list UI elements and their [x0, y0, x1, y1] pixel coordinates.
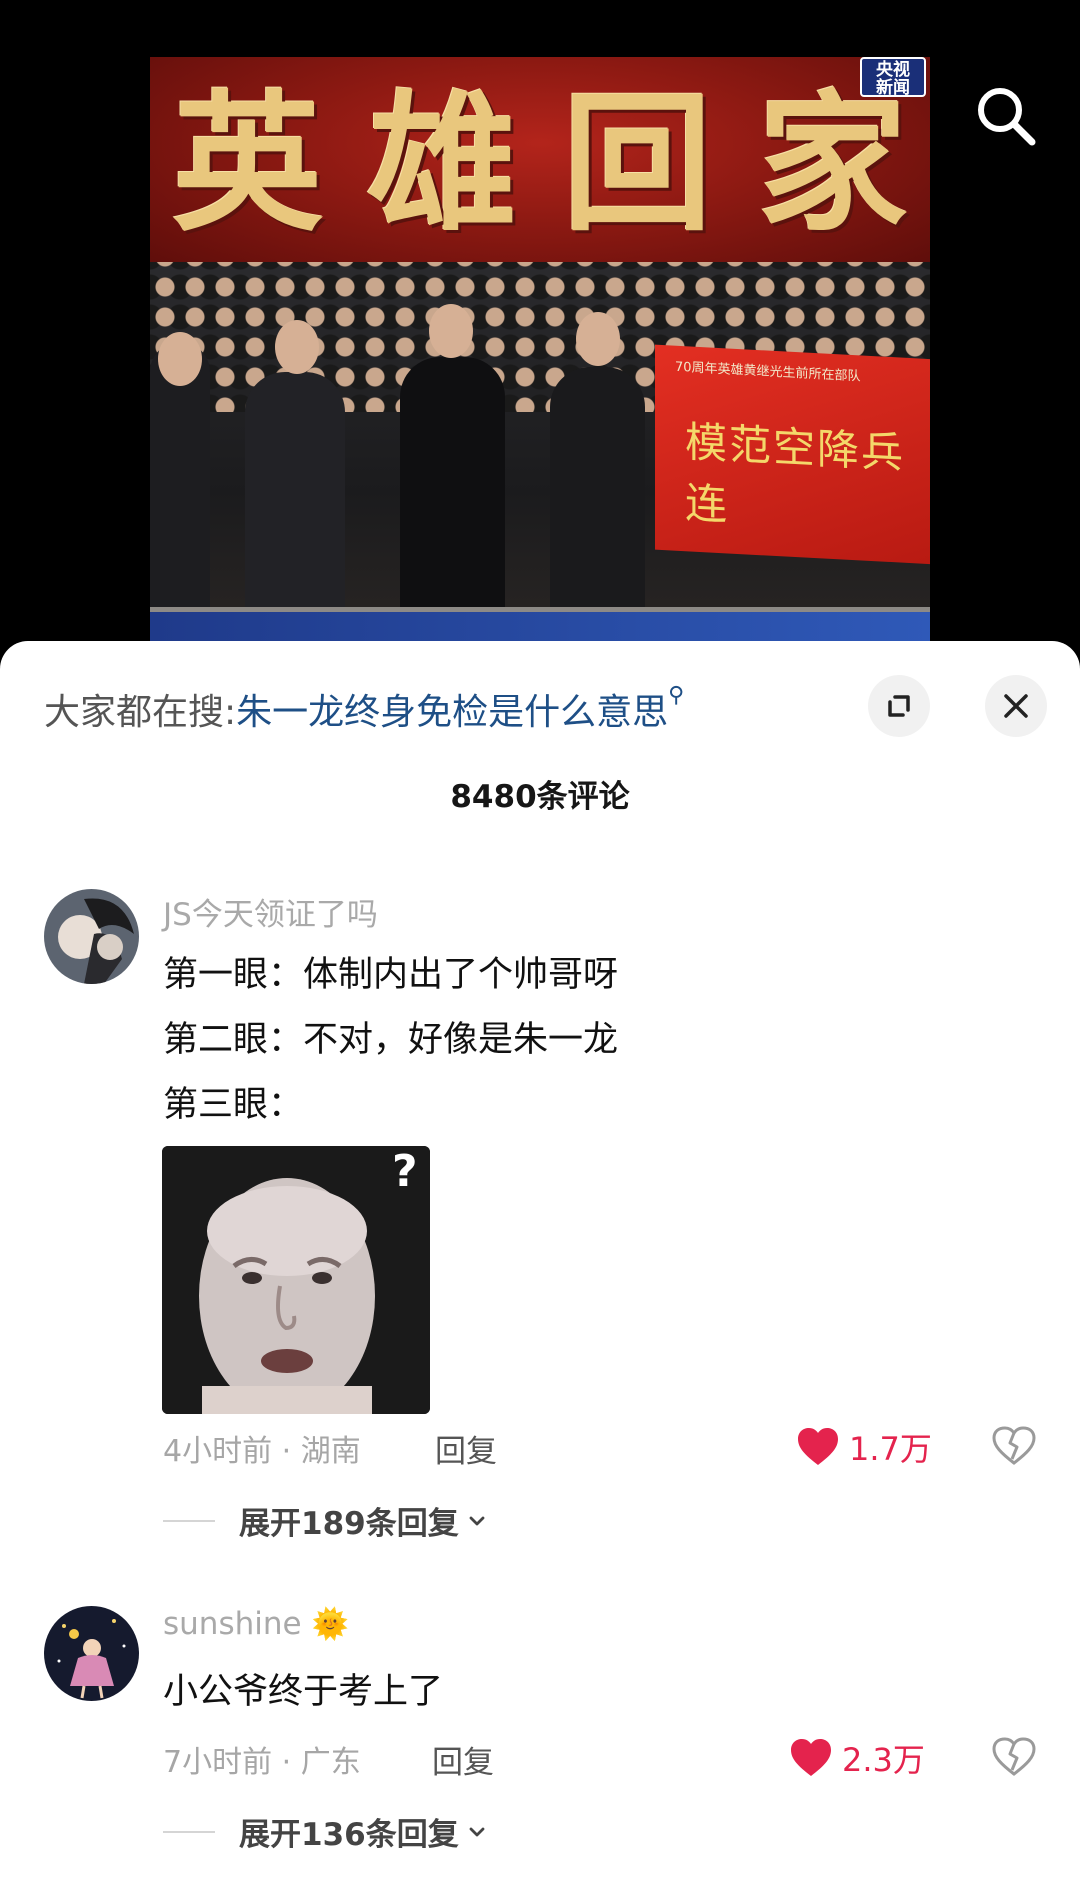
comment-text-line: 第二眼：不对，好像是朱一龙 [163, 1020, 619, 1060]
chevron-down-icon [469, 1827, 485, 1836]
trending-search[interactable]: 大家都在搜:朱一龙终身免检是什么意思⚲ [44, 683, 684, 735]
red-banner-title: 模范空降兵连 [685, 417, 906, 530]
person-figure [245, 372, 345, 642]
comment-text-line: 小公爷终于考上了 [163, 1672, 444, 1712]
person-face [275, 320, 319, 374]
sun-emoji: 🌞 [311, 1607, 349, 1642]
search-small-icon: ⚲ [668, 683, 685, 708]
like-count: 1.7万 [849, 1430, 932, 1468]
comment-username[interactable]: sunshine 🌞 [163, 1606, 349, 1642]
avatar[interactable] [44, 889, 139, 984]
comment-time-location: 7小时前 · 广东 [163, 1745, 361, 1780]
banner-char: 英 [172, 76, 323, 252]
close-icon [1004, 694, 1028, 718]
like-count: 2.3万 [842, 1741, 925, 1779]
close-button[interactable] [985, 675, 1047, 737]
heart-icon [798, 1428, 838, 1465]
person-face [576, 312, 620, 366]
search-button[interactable] [972, 82, 1040, 150]
like-button[interactable]: 2.3万 [790, 1735, 925, 1781]
divider-line [163, 1519, 215, 1522]
broken-heart-icon [992, 1737, 1036, 1776]
red-banner-caption: 70周年英雄黄继光生前所在部队 [675, 359, 861, 385]
dislike-button[interactable] [992, 1737, 1036, 1777]
sticker-image[interactable]: ? [162, 1146, 430, 1414]
video-frame: 英 雄 回 家 央视 新闻 70周年英雄黄继光生前所在部队 模范空降兵连 [150, 57, 930, 645]
comment-time-location: 4小时前 · 湖南 [163, 1434, 361, 1469]
trending-search-prefix: 大家都在搜: [44, 692, 237, 733]
expand-replies[interactable]: 展开136条回复 [163, 1809, 487, 1854]
person-face [158, 332, 202, 386]
comment-count: 8480条评论 [450, 779, 630, 815]
avatar-image [44, 1606, 139, 1701]
banner-title: 英 雄 回 家 [150, 69, 930, 259]
dislike-button[interactable] [992, 1426, 1036, 1466]
comment-sheet: 大家都在搜:朱一龙终身免检是什么意思⚲ 8480条评论 JS今天领证了吗 第一眼… [0, 641, 1080, 1893]
username-text: sunshine [163, 1606, 302, 1642]
fullscreen-button[interactable] [868, 675, 930, 737]
person-figure [550, 367, 645, 645]
expand-replies-label: 展开136条回复 [239, 1817, 459, 1853]
cctv-news-logo: 央视 新闻 [860, 57, 926, 97]
crowd-image: 70周年英雄黄继光生前所在部队 模范空降兵连 [150, 262, 930, 645]
expand-replies[interactable]: 展开189条回复 [163, 1498, 487, 1543]
person-figure [150, 342, 210, 642]
avatar-image [44, 889, 139, 984]
like-button[interactable]: 1.7万 [797, 1424, 932, 1470]
reply-button[interactable]: 回复 [432, 1737, 494, 1782]
divider-line [163, 1830, 215, 1833]
expand-icon [888, 695, 910, 717]
comment-text-line: 第三眼： [163, 1085, 304, 1125]
heart-icon [791, 1739, 831, 1776]
avatar[interactable] [44, 1606, 139, 1701]
chevron-down-icon [469, 1516, 485, 1525]
banner-backdrop: 英 雄 回 家 央视 新闻 [150, 57, 930, 272]
trending-search-term[interactable]: 朱一龙终身免检是什么意思 [236, 692, 668, 733]
banner-char: 回 [562, 76, 713, 252]
red-banner: 70周年英雄黄继光生前所在部队 模范空降兵连 [655, 344, 930, 565]
comment-text-line: 第一眼：体制内出了个帅哥呀 [163, 955, 619, 995]
broken-heart-icon [992, 1426, 1036, 1465]
confused-face-sticker: ? [162, 1146, 430, 1414]
comment-username[interactable]: JS今天领证了吗 [163, 889, 378, 934]
svg-text:?: ? [392, 1146, 418, 1197]
banner-char: 雄 [367, 76, 518, 252]
person-figure [400, 357, 505, 645]
search-icon [978, 88, 1036, 146]
reply-button[interactable]: 回复 [435, 1426, 497, 1471]
person-face [429, 304, 473, 358]
video-player[interactable]: 英 雄 回 家 央视 新闻 70周年英雄黄继光生前所在部队 模范空降兵连 [0, 0, 1080, 660]
expand-replies-label: 展开189条回复 [239, 1506, 459, 1542]
